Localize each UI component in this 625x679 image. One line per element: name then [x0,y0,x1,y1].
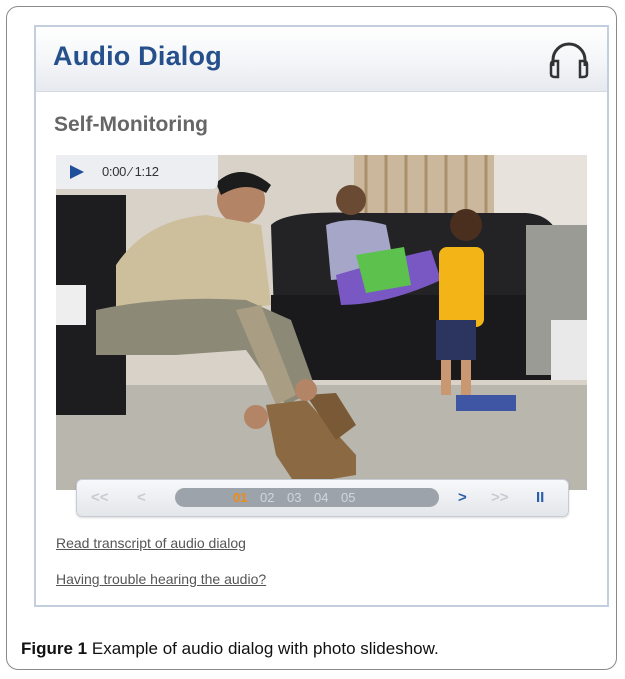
headphones-icon [549,42,589,79]
audio-trouble-link[interactable]: Having trouble hearing the audio? [56,571,266,587]
slide-number-5[interactable]: 05 [341,490,355,505]
slide-number-3[interactable]: 03 [287,490,301,505]
slide-track: 01 02 03 04 05 [175,488,439,507]
slideshow-photo: 0:00 ⁄ 1:12 [56,155,587,490]
caption-text: Example of audio dialog with photo slide… [91,639,439,658]
caption-label: Figure 1 [21,639,88,658]
slide-number-1[interactable]: 01 [233,490,247,505]
slideshow-controls: << < 01 02 03 04 05 > >> II [76,479,569,517]
slide-number-2[interactable]: 02 [260,490,274,505]
transcript-link[interactable]: Read transcript of audio dialog [56,535,246,551]
section-subtitle: Self-Monitoring [54,113,208,136]
time-overlay: 0:00 ⁄ 1:12 [56,155,218,189]
audio-dialog-widget: Audio Dialog Self-Monitoring 0:00 ⁄ 1:12… [34,25,609,607]
last-slide-button[interactable]: >> [491,489,509,507]
play-icon[interactable] [70,165,84,179]
widget-header: Audio Dialog [36,27,607,92]
time-display: 0:00 ⁄ 1:12 [102,164,159,179]
figure-caption: Figure 1 Example of audio dialog with ph… [21,639,439,659]
first-slide-button[interactable]: << [91,489,109,507]
pause-button[interactable]: II [536,489,544,507]
widget-title: Audio Dialog [53,41,222,71]
next-slide-button[interactable]: > [458,489,467,507]
previous-slide-button[interactable]: < [137,489,146,507]
slide-number-4[interactable]: 04 [314,490,328,505]
